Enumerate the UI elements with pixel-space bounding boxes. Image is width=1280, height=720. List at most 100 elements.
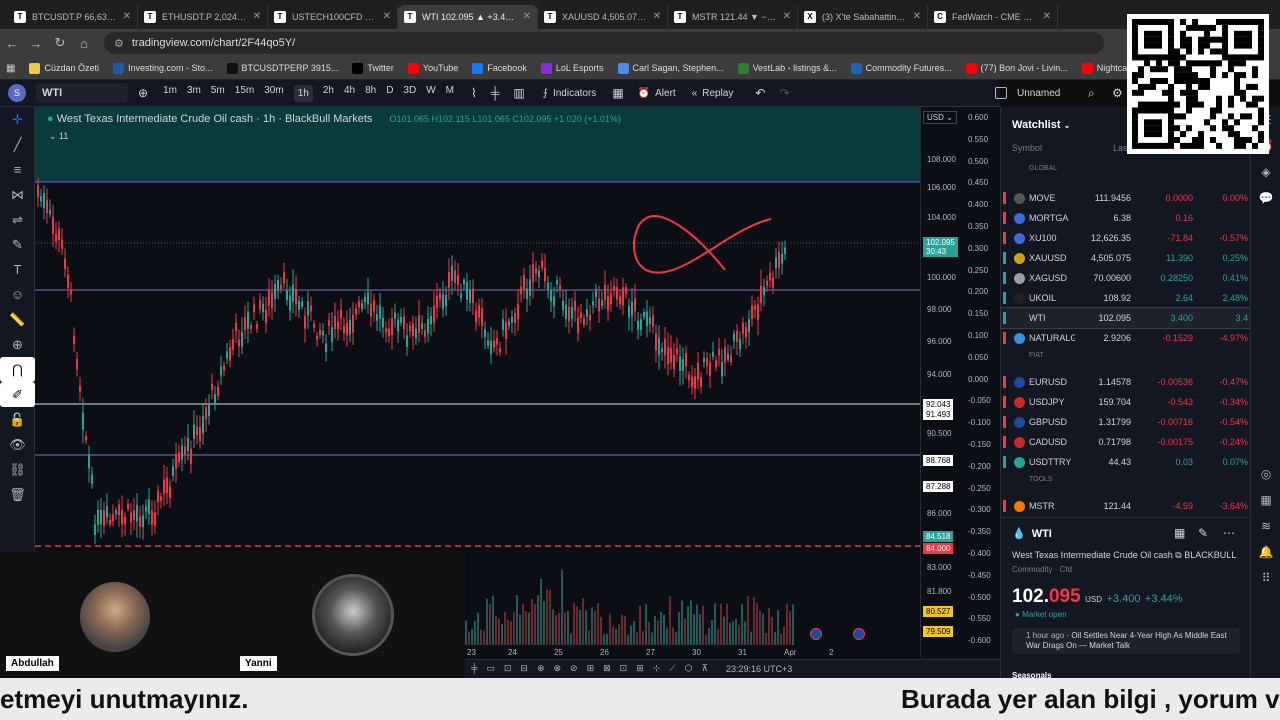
browser-tab[interactable]: T ETHUSDT.P 2,024.66 ▲ +1 ✕ [138,4,268,29]
tab-close-icon[interactable]: ✕ [383,11,391,22]
timeframe-D[interactable]: D [386,85,393,102]
bookmark-item[interactable]: BTCUSDTPERP 3915... [226,62,338,74]
timeframe-15m[interactable]: 15m [235,85,254,102]
us-flag-icon[interactable] [853,628,865,640]
ruler-icon[interactable]: 📏 [0,307,35,332]
tab-close-icon[interactable]: ✕ [783,11,791,22]
watchlist-row[interactable]: USDJPY 159.704 -0.543 -0.34% [1001,392,1251,412]
timeframe-5m[interactable]: 5m [211,85,225,102]
bookmark-item[interactable]: YouTube [407,62,458,74]
watchlist-row[interactable]: UKOIL 108.92 2.64 2.48% [1001,288,1251,308]
browser-tab[interactable]: T USTECH100CFD 22,914.3 ✕ [268,4,398,29]
browser-tab[interactable]: T WTI 102.095 ▲ +3.44% U ✕ [398,4,538,29]
watchlist-row[interactable]: XAUUSD 4,505.075 11.390 0.25% [1001,248,1251,268]
tab-close-icon[interactable]: ✕ [913,11,921,22]
chart-type-icon[interactable]: ⌇ [471,86,477,100]
clock[interactable]: 23:29:16 UTC+3 [726,664,792,674]
layout-checkbox[interactable] [995,87,1007,99]
bars-icon[interactable]: ╪ [491,86,500,100]
watchlist-row[interactable]: WTI 102.095 3.400 3.4 [1000,307,1252,329]
crosshair-icon[interactable]: ✛ [0,107,35,132]
url-field[interactable]: ⚙ tradingview.com/chart/2F44qo5Y/ [104,32,1104,54]
chat-icon[interactable]: 💬 [1251,185,1280,211]
watchlist-section[interactable]: FIAT [1029,352,1044,359]
user-avatar[interactable]: S [8,84,26,102]
eye-icon[interactable]: 👁 [0,432,35,457]
reload-icon[interactable]: ↻ [48,35,72,51]
notifications-icon[interactable]: 🔔 [1251,539,1280,565]
apps-grid-icon[interactable]: ⠿ [1251,565,1280,591]
home-icon[interactable]: ⌂ [72,36,96,51]
watchlist-row[interactable]: EURUSD 1.14578 -0.00536 -0.47% [1001,372,1251,392]
browser-tab[interactable]: T XAUUSD 4,505.075 ▲ +0 ✕ [538,4,668,29]
bookmark-item[interactable]: (77) Bon Jovi - Livin... [965,62,1068,74]
us-flag-icon[interactable] [810,628,822,640]
search-icon[interactable]: ⌕ [1088,86,1095,101]
stream-icon[interactable]: ≋ [1251,513,1280,539]
browser-tab[interactable]: C FedWatch - CME Group ✕ [928,4,1058,29]
tab-close-icon[interactable]: ✕ [653,11,661,22]
undo-icon[interactable]: ↶ [755,86,765,100]
text-icon[interactable]: T [0,257,35,282]
target-icon[interactable]: ◎ [1251,461,1280,487]
magnet-icon[interactable]: ⋂ [0,357,35,382]
browser-tab[interactable]: T MSTR 121.44 ▼ −3.64% U ✕ [668,4,798,29]
alert-button[interactable]: ⏰ Alert [638,88,676,99]
tab-close-icon[interactable]: ✕ [523,11,531,22]
price-axis[interactable]: USD ⌄ 108.000 106.000 104.000 100.000 98.000… [920,107,960,657]
candles-icon[interactable]: ▥ [513,86,524,100]
indicator-badge[interactable]: ⌄ 11 [49,131,68,142]
stay-drawing-icon[interactable]: ✐ [0,382,35,407]
trendline-icon[interactable]: ╱ [0,132,35,157]
tab-close-icon[interactable]: ✕ [123,11,131,22]
calendar-icon[interactable]: ▦ [1251,487,1280,513]
link-icon[interactable]: ⛓ [0,457,35,482]
replay-button[interactable]: « Replay [692,88,734,99]
indicators-button[interactable]: ⨍ Indicators [543,88,597,99]
trash-icon[interactable]: 🗑 [0,482,35,507]
apps-icon[interactable]: ▦ [6,63,15,74]
browser-tab[interactable]: X (3) X'te Sabahattin Yanni ✕ [798,4,928,29]
bookmark-item[interactable]: Carl Sagan, Stephen... [617,62,724,74]
grid-icon[interactable]: ▦ [1174,526,1185,540]
layers-icon[interactable]: ◈ [1251,159,1280,185]
timeframe-3D[interactable]: 3D [403,85,416,102]
zoom-icon[interactable]: ⊕ [0,332,35,357]
timeframe-1h[interactable]: 1h [293,84,313,102]
watchlist-row[interactable]: XAGUSD 70.00600 0.28250 0.41% [1001,268,1251,288]
watchlist-section[interactable]: GLOBAL [1029,165,1057,172]
bookmark-item[interactable]: Facebook [472,62,527,74]
tab-close-icon[interactable]: ✕ [1043,11,1051,22]
bookmark-item[interactable]: Commodity Futures... [850,62,952,74]
bookmark-item[interactable]: Investing.com - Sto... [112,62,213,74]
bookmark-item[interactable]: Twitter [352,62,394,74]
watchlist-row[interactable]: MSTR 121.44 -4.59 -3.64% [1001,496,1251,516]
bookmark-item[interactable]: VestLab - listings &... [737,62,837,74]
pattern-icon[interactable]: ⋈ [0,182,35,207]
forecast-icon[interactable]: ⇌ [0,207,35,232]
lock-icon[interactable]: 🔓 [0,407,35,432]
timeframe-8h[interactable]: 8h [365,85,376,102]
edit-icon[interactable]: ✎ [1198,526,1208,540]
external-link-icon[interactable]: ⧉ [1175,550,1181,560]
percent-axis[interactable]: 0.600 0.550 0.500 0.450 0.400 0.350 0.300 0.250… [960,107,1000,657]
fib-icon[interactable]: ≡ [0,157,35,182]
watchlist-row[interactable]: NATURALG 2.9206 -0.1529 -4.97% [1001,328,1251,348]
compare-icon[interactable]: ⊕ [138,86,148,100]
layout-icon[interactable]: ▦ [612,86,623,100]
watchlist-row[interactable]: CADUSD 0.71798 -0.00175 -0.24% [1001,432,1251,452]
candlestick-chart[interactable] [35,107,920,552]
watchlist-section[interactable]: TOOLS [1029,476,1053,483]
more-icon[interactable]: ⋯ [1223,526,1235,540]
tool-icons[interactable]: ╪▭⊡⊟⊕⊗⊘⊞⊠⊡⊞⊹⟋⬡⊼ [471,663,717,674]
watchlist-row[interactable]: MOVE 111.9456 0.0000 0.00% [1001,188,1251,208]
watchlist-title[interactable]: Watchlist ⌄ [1012,119,1070,131]
time-axis[interactable]: 23 24 25 26 27 30 31 Apr 2 [465,645,920,659]
layout-name[interactable]: Unnamed [1017,88,1060,99]
timeframe-3m[interactable]: 3m [187,85,201,102]
currency-select[interactable]: USD ⌄ [923,111,957,124]
redo-icon[interactable]: ↷ [779,86,789,100]
timeframe-1m[interactable]: 1m [163,85,177,102]
timeframe-W[interactable]: W [426,85,435,102]
watchlist-row[interactable]: XU100 12,626.35 -71.84 -0.57% [1001,228,1251,248]
